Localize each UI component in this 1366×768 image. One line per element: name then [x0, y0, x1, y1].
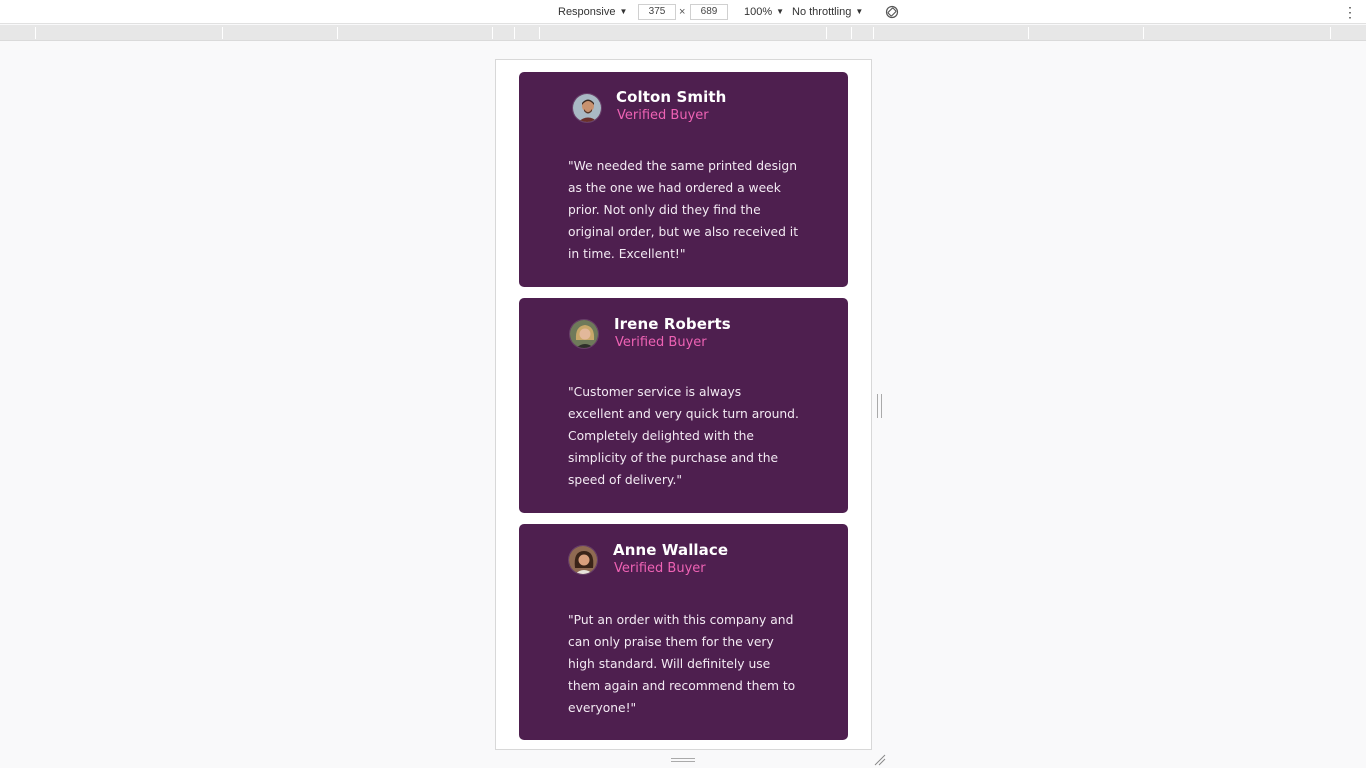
ruler-tick — [337, 27, 338, 39]
viewport-height-input[interactable]: 689 — [690, 4, 728, 20]
ruler-tick — [1143, 27, 1144, 39]
device-viewport: Colton Smith Verified Buyer "We needed t… — [495, 59, 872, 750]
testimonial-quote: "We needed the same printed design as th… — [568, 159, 799, 261]
reviewer-role: Verified Buyer — [615, 335, 707, 350]
ruler-tick — [222, 27, 223, 39]
avatar — [568, 545, 598, 575]
testimonial-card: Irene Roberts Verified Buyer "Customer s… — [519, 298, 848, 513]
ruler-tick — [1028, 27, 1029, 39]
avatar — [569, 319, 599, 349]
ruler-tick — [851, 27, 852, 39]
ruler-tick — [539, 27, 540, 39]
ruler-tick — [826, 27, 827, 39]
testimonial-quote: "Customer service is always excellent an… — [568, 385, 799, 487]
resize-corner-icon[interactable] — [873, 752, 887, 766]
reviewer-name: Colton Smith — [616, 88, 727, 106]
ruler-tick — [873, 27, 874, 39]
media-query-ruler[interactable] — [0, 25, 1366, 41]
throttling-select[interactable]: No throttling ▼ — [792, 0, 863, 24]
ruler-tick — [492, 27, 493, 39]
caret-down-icon: ▼ — [855, 7, 864, 16]
reviewer-role: Verified Buyer — [617, 108, 709, 123]
ruler-tick — [514, 27, 515, 39]
reviewer-name: Anne Wallace — [613, 541, 729, 559]
resize-handle-bottom[interactable] — [671, 758, 695, 762]
caret-down-icon: ▼ — [776, 7, 785, 16]
zoom-select-label: 100% — [744, 6, 773, 18]
reviewer-name: Irene Roberts — [614, 315, 731, 333]
zoom-select[interactable]: 100% ▼ — [744, 0, 784, 24]
rotate-icon[interactable] — [884, 4, 900, 20]
device-toolbar: Responsive ▼ 375 × 689 100% ▼ No throttlin… — [0, 0, 1366, 24]
viewport-width-input[interactable]: 375 — [638, 4, 676, 20]
more-options-icon[interactable]: ⋮ — [1343, 4, 1357, 20]
device-select[interactable]: Responsive ▼ — [558, 0, 627, 24]
avatar — [572, 93, 602, 123]
ruler-tick — [35, 27, 36, 39]
throttling-select-label: No throttling — [792, 6, 852, 18]
reviewer-role: Verified Buyer — [614, 561, 706, 576]
device-select-label: Responsive — [558, 6, 616, 18]
testimonial-quote: "Put an order with this company and can … — [568, 613, 796, 715]
testimonial-card: Colton Smith Verified Buyer "We needed t… — [519, 72, 848, 287]
testimonial-card: Anne Wallace Verified Buyer "Put an orde… — [519, 524, 848, 740]
dimension-separator: × — [679, 6, 686, 18]
caret-down-icon: ▼ — [619, 7, 628, 16]
resize-handle-right[interactable] — [877, 394, 882, 418]
ruler-tick — [1330, 27, 1331, 39]
